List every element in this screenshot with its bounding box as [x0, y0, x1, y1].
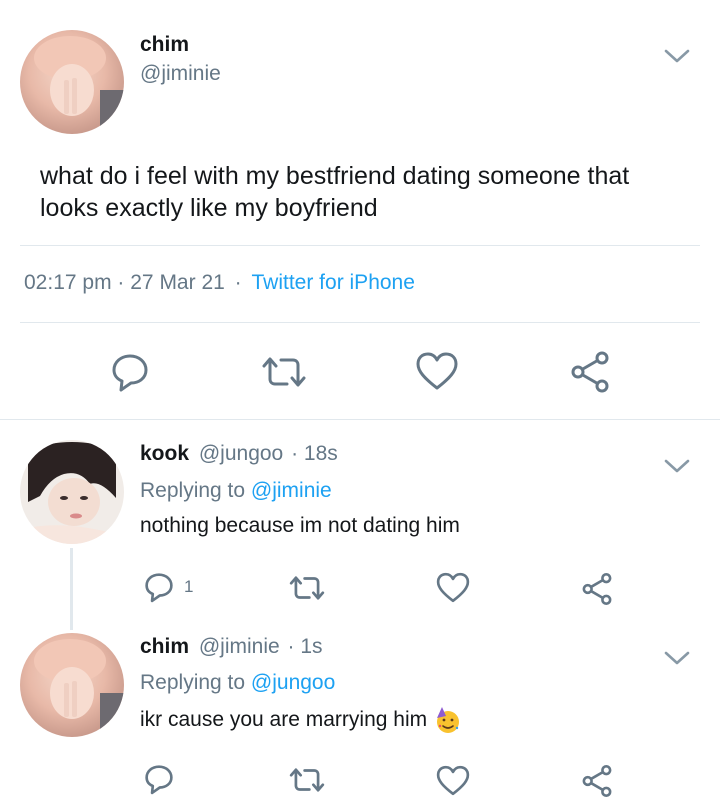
reply-icon — [112, 354, 148, 392]
reply-text: nothing because im not dating him — [140, 514, 460, 537]
chevron-down-icon[interactable] — [662, 46, 692, 66]
retweet-icon — [289, 576, 325, 600]
reply-time: · 1s — [287, 635, 323, 658]
reply-header: kook @jungoo · 18s — [140, 442, 338, 466]
replying-to-label: Replying to — [140, 671, 246, 694]
meta-separator: · — [234, 271, 242, 294]
reply-button[interactable] — [142, 762, 176, 796]
avatar-photo — [34, 639, 124, 737]
replying-to: Replying to @jiminie — [140, 479, 332, 503]
partying-face-icon — [437, 707, 460, 733]
avatar-chim-reply[interactable] — [20, 633, 124, 737]
thread-line — [70, 548, 73, 630]
tweet-meta: 02:17 pm · 27 Mar 21 · Twitter for iPhon… — [24, 271, 415, 295]
retweet-icon — [262, 357, 306, 387]
replying-to-label: Replying to — [140, 479, 246, 502]
share-button[interactable] — [580, 572, 614, 606]
replying-to: Replying to @jungoo — [140, 671, 335, 695]
share-icon — [571, 351, 609, 393]
main-handle[interactable]: @jiminie — [140, 62, 221, 86]
divider — [20, 322, 700, 323]
reply-text-row: ikr cause you are marrying him — [140, 706, 461, 734]
divider — [20, 245, 700, 246]
reply-handle[interactable]: @jungoo — [199, 442, 283, 465]
tweet-time: 02:17 pm — [24, 271, 112, 294]
avatar-chim-main[interactable] — [20, 30, 124, 134]
reply-icon — [145, 765, 173, 795]
heart-icon — [436, 572, 470, 603]
avatar-kook[interactable] — [20, 440, 124, 544]
share-icon — [582, 573, 612, 605]
reply-text: ikr cause you are marrying him — [140, 708, 428, 731]
main-display-name[interactable]: chim — [140, 33, 189, 57]
meta-separator: · — [117, 271, 125, 294]
reply-time: · 18s — [291, 442, 338, 465]
chevron-down-icon[interactable] — [662, 648, 692, 668]
main-tweet-text-line2: looks exactly like my boyfriend — [40, 194, 378, 222]
share-icon — [582, 765, 612, 797]
avatar-photo — [20, 442, 124, 544]
tweet-date: 27 Mar 21 — [130, 271, 225, 294]
avatar-photo — [34, 36, 124, 134]
retweet-icon — [289, 768, 325, 792]
like-button[interactable] — [414, 350, 460, 392]
like-button[interactable] — [435, 764, 471, 797]
heart-icon — [416, 352, 458, 390]
reply-count: 1 — [184, 577, 194, 596]
share-button[interactable] — [580, 764, 614, 798]
retweet-button[interactable] — [288, 764, 326, 796]
retweet-button[interactable] — [260, 352, 308, 392]
like-button[interactable] — [435, 571, 471, 604]
section-divider — [0, 419, 720, 420]
retweet-button[interactable] — [288, 572, 326, 604]
share-button[interactable] — [568, 350, 612, 394]
heart-icon — [436, 765, 470, 796]
reply-button[interactable]: 1 — [142, 570, 193, 604]
reply-handle[interactable]: @jiminie — [199, 635, 280, 658]
main-tweet-text-line1: what do i feel with my bestfriend dating… — [40, 162, 630, 190]
reply-button[interactable] — [108, 350, 152, 394]
tweet-source-link[interactable]: Twitter for iPhone — [252, 271, 415, 294]
reply-display-name[interactable]: chim — [140, 635, 189, 658]
chevron-down-icon[interactable] — [662, 456, 692, 476]
replying-to-link[interactable]: @jungoo — [251, 671, 335, 694]
reply-display-name[interactable]: kook — [140, 442, 189, 465]
main-tweet-text: what do i feel with my bestfriend dating… — [40, 160, 629, 224]
reply-icon — [145, 573, 173, 603]
reply-header: chim @jiminie · 1s — [140, 635, 323, 659]
replying-to-link[interactable]: @jiminie — [251, 479, 332, 502]
